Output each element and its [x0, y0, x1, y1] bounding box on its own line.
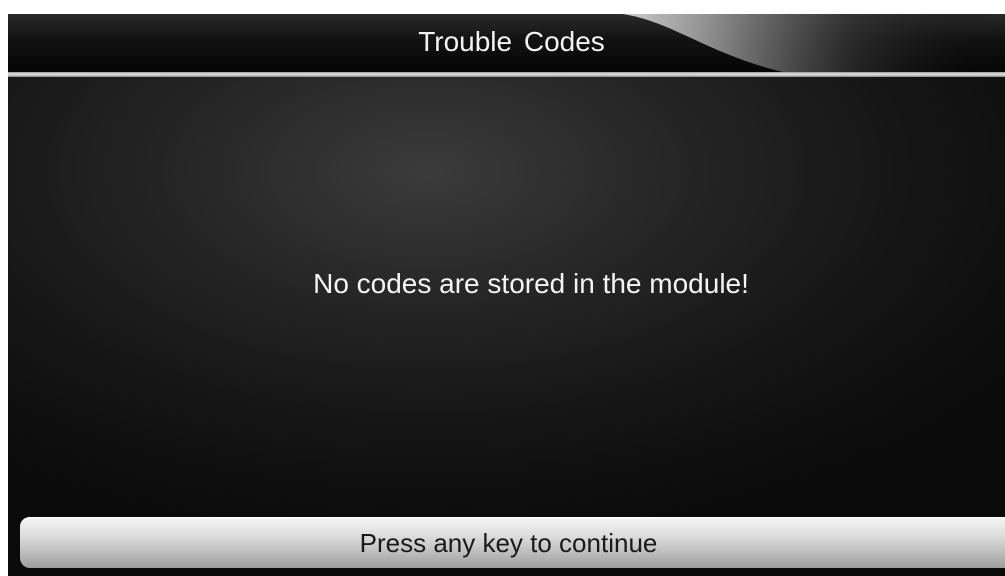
title-bar: Trouble Codes [8, 14, 1005, 72]
scanner-screen: Trouble Codes No codes are stored in the… [8, 14, 1005, 576]
continue-prompt-label: Press any key to continue [359, 528, 658, 558]
title-divider [8, 72, 1005, 77]
page-title: Trouble Codes [418, 26, 605, 57]
status-message: No codes are stored in the module! [313, 268, 749, 299]
continue-prompt-bar[interactable]: Press any key to continue [20, 517, 1005, 568]
